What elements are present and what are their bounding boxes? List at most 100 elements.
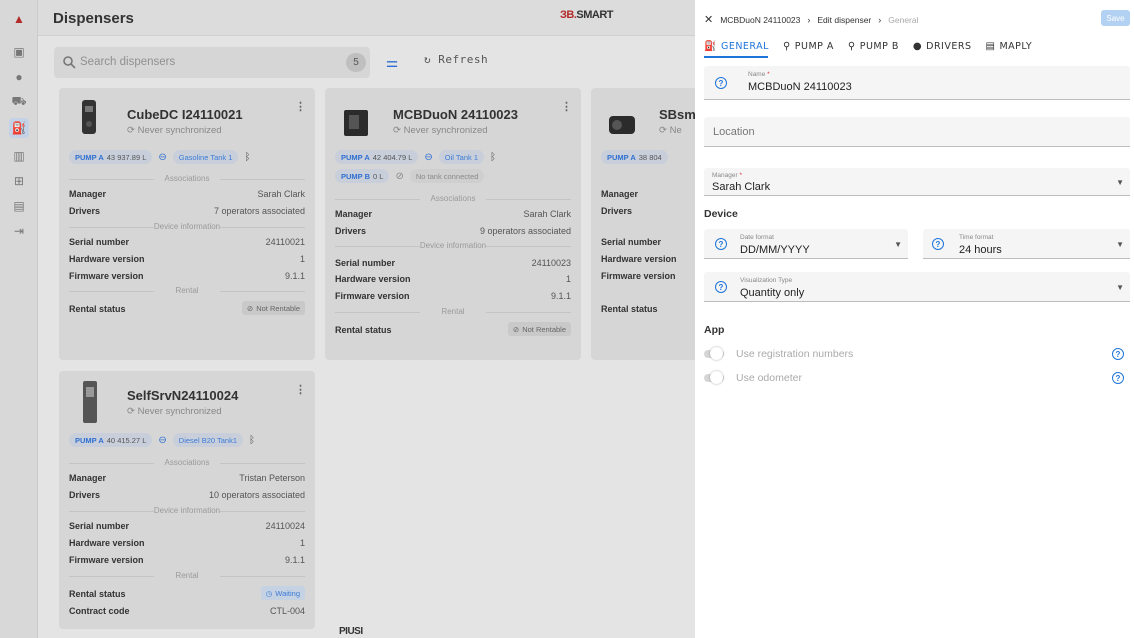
rental-status-badge: ⊘ Not Rentable [241,301,305,315]
manager-row: Manager Sarah Clark [69,189,305,201]
more-icon[interactable]: ⋮ [295,100,306,113]
visualization-field[interactable]: ? Visualization Type Quantity only ▼ [704,272,1130,302]
refresh-button[interactable]: ↻ Refresh [424,53,488,66]
monitor-icon[interactable]: ▣ [9,42,29,62]
manager-row: Manager Tristan Peterson [69,473,305,485]
tank-name: Gasoline Tank 1 [178,152,233,162]
tab-bar: ⛽ GENERAL ⚲ PUMP A ⚲ PUMP B ● DRIVERS ▤ MAPLY [704,38,1032,54]
name-field[interactable]: ? Name * MCBDuoN 24110023 [704,66,1130,100]
sync-status-text: Never synchronized [137,125,222,136]
map-icon[interactable]: ▤ [9,196,29,216]
name-input[interactable]: MCBDuoN 24110023 [748,81,852,93]
manager-label-text: Manager [712,172,738,179]
time-format-select[interactable]: 24 hours [959,244,1002,256]
device-section-title: Device [704,208,738,220]
location-input[interactable]: Location [713,126,755,138]
no-tank-chip: No tank connected [409,169,485,183]
caret-down-icon[interactable]: ▼ [894,240,902,249]
more-icon[interactable]: ⋮ [561,100,572,113]
tab-maply-label: MAPLY [999,40,1033,52]
fw-label: Firmware version [69,271,144,281]
save-button[interactable]: Save [1101,10,1130,26]
pump-chip[interactable]: PUMP A 42 404.79 L [335,150,419,164]
caret-down-icon[interactable]: ▼ [1116,178,1124,187]
help-icon[interactable]: ? [1112,348,1124,360]
hw-label: Hardware version [69,254,145,264]
breadcrumb-edit[interactable]: Edit dispenser [817,15,871,25]
breadcrumb-current: General [888,14,919,25]
pump-chip[interactable]: PUMP A 38 804 [601,150,668,164]
location-field[interactable]: Location [704,117,1130,147]
pump-chip[interactable]: PUMP A 43 937.89 L [69,150,153,164]
brand-logo-part-b: SMART [576,9,614,21]
filter-icon[interactable]: ⚌ [381,51,403,73]
visualization-select[interactable]: Quantity only [740,287,804,299]
rental-row: Rental status ◷ Waiting [69,586,305,601]
pump-label: PUMP A [75,435,104,445]
help-icon[interactable]: ? [715,281,727,293]
nozzle-icon: ⚲ [847,40,856,52]
dispenser-card[interactable]: MCBDuoN 24110023 ⟳ Never synchronized ⋮ … [325,88,581,360]
truck-icon[interactable]: ⛟ [9,92,29,112]
tank-chip[interactable]: Gasoline Tank 1 [172,150,239,164]
tab-pump-b[interactable]: ⚲ PUMP B [848,38,899,54]
drivers-label: Drivers [335,226,367,236]
tab-general[interactable]: ⛽ GENERAL [704,38,769,54]
chart-icon[interactable]: ▥ [9,146,29,166]
search-bar[interactable]: Search dispensers 5 [54,47,370,78]
dispenser-card[interactable]: SelfSrvN24110024 ⟳ Never synchronized ⋮ … [59,371,315,629]
refresh-icon: ↻ [424,53,439,66]
person-icon[interactable]: ● [9,67,29,87]
close-icon[interactable]: ✕ [704,13,713,26]
pump-label: PUMP A [75,152,104,162]
dispenser-icon[interactable]: ⛽ [9,118,29,138]
drivers-row: Drivers 9 operators associated [335,226,571,238]
time-format-label: Time format [959,234,994,241]
grid-icon[interactable]: ⊞ [9,171,29,191]
chevron-right-icon: › [878,14,882,25]
odometer-toggle[interactable] [704,371,724,384]
drivers-label: Drivers [69,490,101,500]
dispenser-card[interactable]: SBsm ⟳ Ne PUMP A 38 804 Manager Drivers S… [591,88,695,360]
caret-down-icon[interactable]: ▼ [1116,283,1124,292]
search-input[interactable]: Search dispensers [80,56,175,68]
fw-row: Firmware version 9.1.1 [69,555,305,567]
logout-icon[interactable]: ⇥ [9,221,29,241]
help-icon[interactable]: ? [715,77,727,89]
active-tab-indicator [704,56,768,58]
search-icon [63,56,76,69]
pump-chip[interactable]: PUMP B0 L [335,169,390,183]
manager-value: Sarah Clark [257,189,305,199]
sync-status: ⟳ Never synchronized [127,125,222,136]
tab-drivers[interactable]: ● DRIVERS [913,38,972,54]
tab-pump-a[interactable]: ⚲ PUMP A [783,38,834,54]
rental-label: Rental status [69,304,126,314]
car-icon[interactable]: ▲ [9,9,29,29]
serial-row: Serial number [601,237,695,249]
rental-status-badge: ◷ Waiting [260,586,305,600]
manager-select[interactable]: Sarah Clark [712,181,770,193]
pump-chip[interactable]: PUMP A 40 415.27 L [69,433,153,447]
help-icon[interactable]: ? [715,238,727,250]
date-format-field[interactable]: ? Date format DD/MM/YYYY ▼ [704,229,908,259]
hw-value: 1 [299,538,305,548]
more-icon[interactable]: ⋮ [295,383,306,396]
manager-field[interactable]: Manager * Sarah Clark ▼ [704,168,1130,196]
caret-down-icon[interactable]: ▼ [1116,240,1124,249]
help-icon[interactable]: ? [932,238,944,250]
breadcrumb-dispenser[interactable]: MCBDuoN 24110023 [720,15,800,25]
tank-chip[interactable]: Oil Tank 1 [438,150,484,164]
brand-logo-part-a: ЗB. [560,9,577,21]
help-icon[interactable]: ? [1112,372,1124,384]
tab-maply[interactable]: ▤ MAPLY [985,38,1032,54]
registration-toggle[interactable] [704,347,724,360]
sync-icon: ⟳ [127,406,138,417]
map-icon: ▤ [985,40,996,52]
time-format-field[interactable]: ? Time format 24 hours ▼ [923,229,1130,259]
manager-row: Manager Sarah Clark [335,209,571,221]
not-rentable-icon: ⊘ [512,324,520,334]
date-format-select[interactable]: DD/MM/YYYY [740,244,810,256]
odometer-toggle-row: Use odometer [704,371,802,384]
dispenser-card[interactable]: CubeDC I24110021 ⟳ Never synchronized ⋮ … [59,88,315,360]
tank-chip[interactable]: Diesel B20 Tank1 [172,433,244,447]
